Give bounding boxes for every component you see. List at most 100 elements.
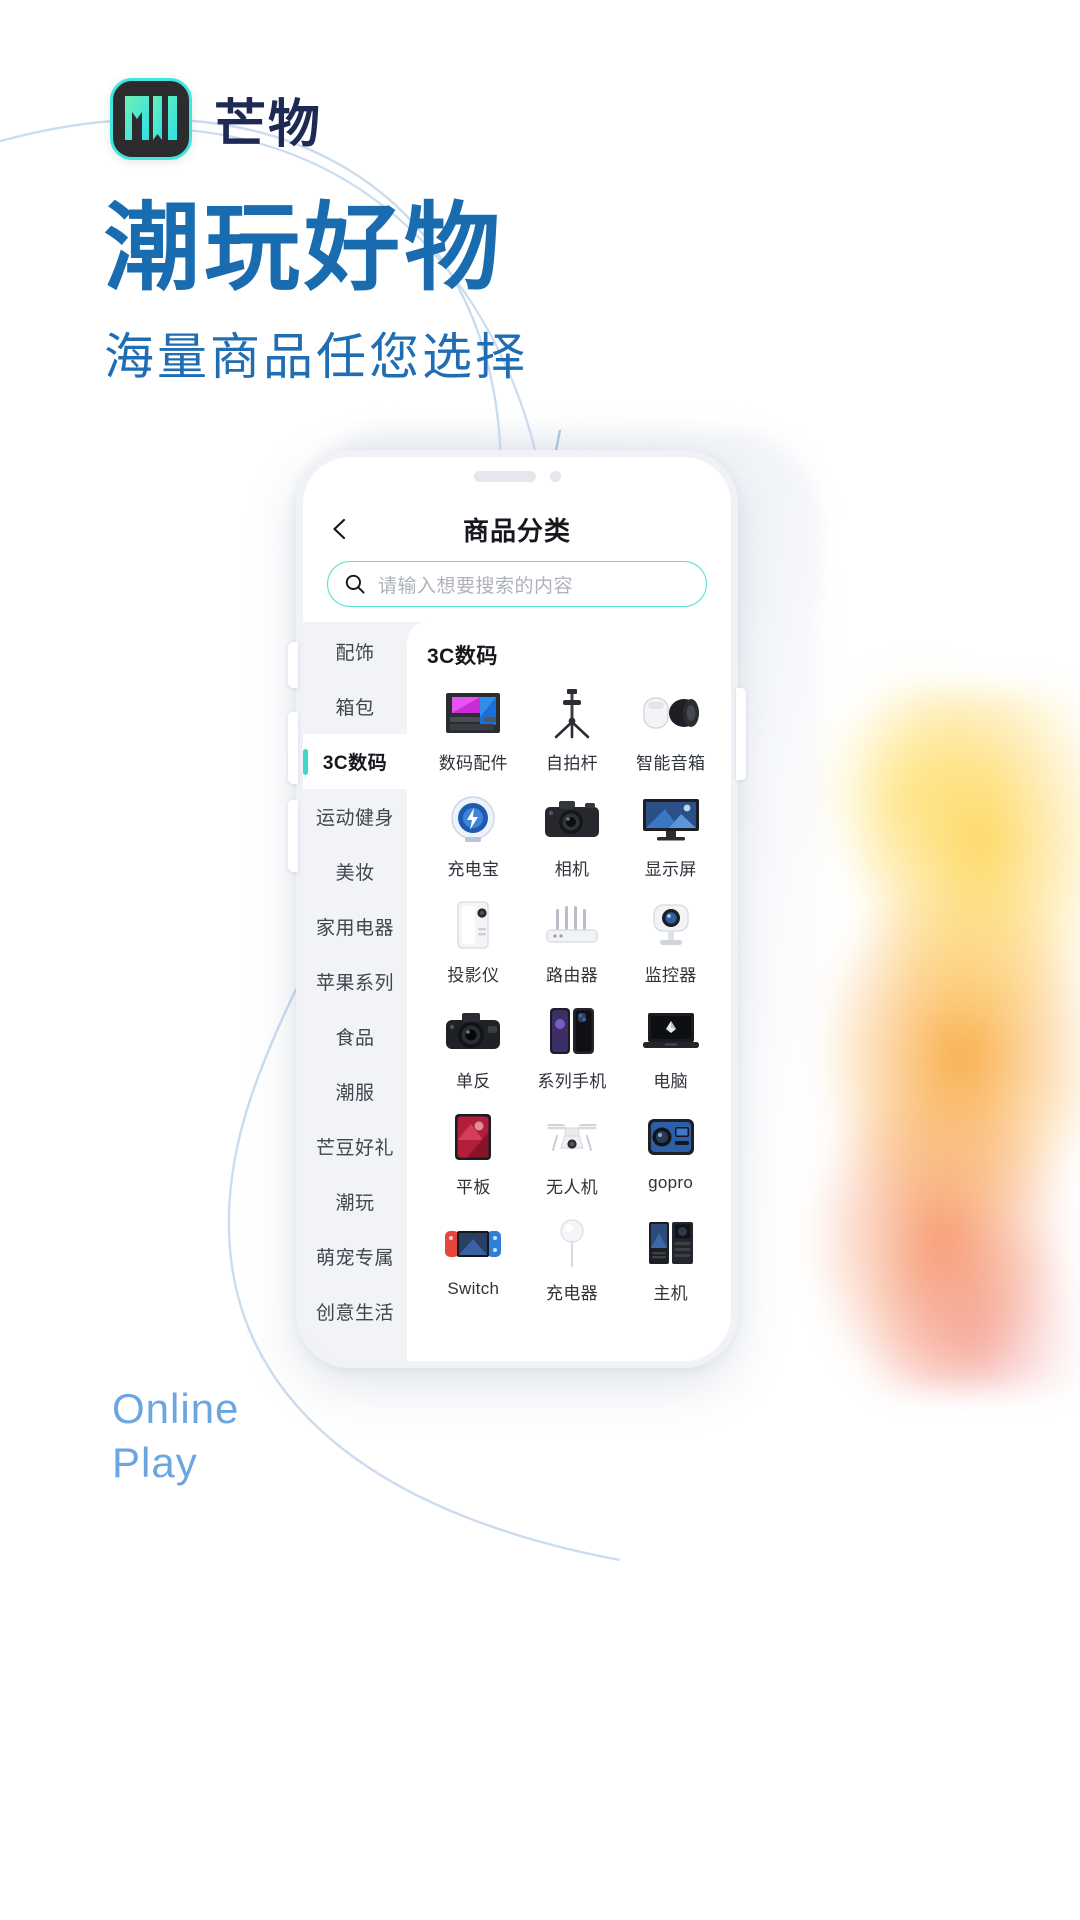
sidebar-item-7[interactable]: 食品 [303, 1009, 407, 1064]
product-category-cell[interactable]: gopro [624, 1108, 717, 1198]
power-bank-icon [441, 790, 505, 848]
product-category-cell[interactable]: 投影仪 [427, 896, 520, 986]
product-category-label: 电脑 [653, 1072, 688, 1091]
phone-power-button [736, 688, 746, 780]
product-category-label: 智能音箱 [636, 754, 706, 773]
product-category-cell[interactable]: 显示屏 [624, 790, 717, 880]
headline-primary: 潮玩好物 [104, 195, 504, 302]
product-category-cell[interactable]: 充电器 [526, 1214, 619, 1304]
phone-notch [303, 471, 731, 482]
sidebar-item-9[interactable]: 芒豆好礼 [303, 1119, 407, 1174]
phone-volume-down-button [288, 800, 298, 872]
sidebar-item-label: 潮服 [335, 1083, 375, 1104]
sidebar-item-label: 箱包 [335, 698, 375, 719]
mw-monogram-logo-icon [123, 92, 179, 147]
category-body: 配饰箱包 3C数码运动健身美妆家用电器苹果系列食品潮服芒豆好礼 潮玩萌宠专属创意生活… [303, 622, 731, 1361]
product-category-label: 自拍杆 [546, 754, 598, 773]
sidebar-item-0[interactable]: 配饰 [303, 624, 407, 679]
sidebar-item-3[interactable]: 运动健身 [303, 789, 407, 844]
product-category-label: 单反 [456, 1072, 491, 1091]
sidebar-item-2[interactable]: 3C数码 [303, 734, 407, 789]
product-category-cell[interactable]: 系列手机 [526, 1002, 619, 1092]
product-category-cell[interactable]: 平板 [427, 1108, 520, 1198]
product-category-label: gopro [648, 1173, 694, 1192]
search-input[interactable]: 请输入想要搜索的内容 [378, 571, 573, 598]
brand-lockup: 芒物 [110, 78, 322, 160]
projector-icon [441, 896, 505, 954]
sidebar-item-label: 美妆 [335, 863, 375, 884]
product-category-label: 相机 [554, 860, 590, 879]
product-category-label: 数码配件 [438, 754, 508, 773]
desktop-tower-icon [639, 1214, 703, 1272]
page-title: 商品分类 [462, 515, 571, 546]
search-icon [344, 573, 366, 595]
motherboard-icon [441, 684, 505, 742]
product-category-label: Switch [447, 1279, 500, 1298]
product-category-cell[interactable]: 数码配件 [427, 684, 520, 774]
product-category-label: 系列手机 [537, 1072, 607, 1091]
sidebar-item-label: 配饰 [335, 643, 375, 664]
content-section-title: 3C数码 [427, 645, 498, 668]
product-category-cell[interactable]: 路由器 [526, 896, 619, 986]
selfie-stick-icon [540, 684, 604, 742]
product-category-cell[interactable]: 自拍杆 [526, 684, 619, 774]
drone-icon [540, 1108, 604, 1166]
smart-speaker-icon [639, 684, 703, 742]
product-category-cell[interactable]: 主机 [624, 1214, 717, 1304]
charger-icon [540, 1214, 604, 1272]
action-cam-icon [639, 1108, 703, 1166]
app-header: 商品分类 [303, 501, 731, 557]
sidebar-item-10[interactable]: 潮玩 [303, 1174, 407, 1229]
monitor-icon [639, 790, 703, 848]
sidebar-item-label: 3C数码 [322, 753, 388, 774]
sidebar-item-label: 食品 [335, 1028, 375, 1049]
product-category-cell[interactable]: 电脑 [624, 1002, 717, 1092]
product-grid: 数码配件 自拍杆 智能音箱 充电宝 相机 显示屏 投影仪 路由器 监控器 单反 … [427, 684, 717, 1304]
sidebar-item-8[interactable]: 潮服 [303, 1064, 407, 1119]
product-category-cell[interactable]: 监控器 [624, 896, 717, 986]
footer-tagline: Online Play [112, 1382, 239, 1490]
product-category-label: 监控器 [644, 966, 697, 985]
earpiece-speaker-icon [473, 471, 536, 482]
tablet-icon [441, 1108, 505, 1166]
router-icon [540, 896, 604, 954]
category-content-panel: 3C数码 数码配件 自拍杆 智能音箱 充电宝 相机 显示屏 投影仪 路由器 监控… [407, 622, 731, 1361]
sidebar-item-label: 创意生活 [315, 1303, 394, 1324]
footer-line-1: Online [112, 1385, 240, 1432]
sidebar-item-label: 家用电器 [315, 918, 394, 939]
sidebar-item-1[interactable]: 箱包 [303, 679, 407, 734]
search-bar[interactable]: 请输入想要搜索的内容 [327, 561, 707, 607]
footer-line-2: Play [112, 1438, 198, 1486]
product-category-label: 路由器 [546, 966, 598, 985]
product-category-label: 投影仪 [447, 966, 500, 985]
headline-secondary: 海量商品任您选择 [104, 328, 528, 385]
brand-name: 芒物 [214, 95, 323, 154]
sidebar-item-5[interactable]: 家用电器 [303, 899, 407, 954]
hero-headline-block: 潮玩好物 海量商品任您选择 [104, 195, 528, 389]
sidebar-item-6[interactable]: 苹果系列 [303, 954, 407, 1009]
product-category-cell[interactable]: 充电宝 [427, 790, 520, 880]
phone-volume-up-button [288, 712, 298, 784]
sidebar-item-11[interactable]: 萌宠专属 [303, 1229, 407, 1284]
sidebar-item-12[interactable]: 创意生活 [303, 1284, 407, 1339]
product-category-cell[interactable]: 单反 [427, 1002, 520, 1092]
product-category-label: 主机 [653, 1284, 688, 1303]
product-category-label: 平板 [456, 1178, 491, 1197]
chevron-left-icon[interactable] [327, 516, 353, 542]
sidebar-item-label: 萌宠专属 [315, 1248, 394, 1269]
product-category-label: 充电器 [546, 1284, 598, 1303]
sidebar-item-4[interactable]: 美妆 [303, 844, 407, 899]
app-logo [110, 78, 192, 160]
product-category-label: 无人机 [546, 1178, 598, 1197]
phone-mute-switch [288, 642, 298, 688]
product-category-cell[interactable]: 相机 [526, 790, 619, 880]
product-category-cell[interactable]: Switch [427, 1214, 520, 1304]
product-category-cell[interactable]: 无人机 [526, 1108, 619, 1198]
camera-icon [540, 790, 604, 848]
front-camera-icon [549, 471, 561, 482]
product-category-cell[interactable]: 智能音箱 [624, 684, 717, 774]
category-sidebar[interactable]: 配饰箱包 3C数码运动健身美妆家用电器苹果系列食品潮服芒豆好礼 潮玩萌宠专属创意生活 [303, 622, 407, 1361]
product-category-label: 充电宝 [447, 860, 500, 879]
product-category-label: 显示屏 [644, 860, 697, 879]
phone-mockup: 商品分类 请输入想要搜索的内容 配饰箱包 3C数码运动健身美妆家用电器苹果系列食品… [296, 450, 738, 1368]
